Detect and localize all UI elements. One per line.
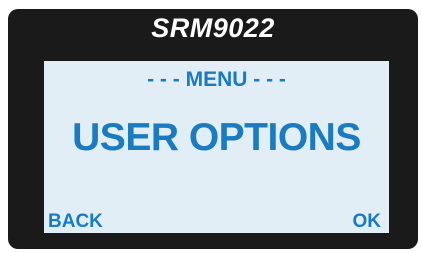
screen-title: USER OPTIONS (72, 116, 361, 159)
menu-header: - - - MENU - - - (147, 68, 286, 91)
device-bezel: SRM9022 - - - MENU - - - USER OPTIONS BA… (8, 9, 418, 249)
back-softkey[interactable]: BACK (48, 211, 103, 233)
ok-softkey[interactable]: OK (353, 211, 382, 233)
lcd-screen: - - - MENU - - - USER OPTIONS BACK OK (44, 61, 389, 233)
device-model-label: SRM9022 (151, 13, 275, 43)
